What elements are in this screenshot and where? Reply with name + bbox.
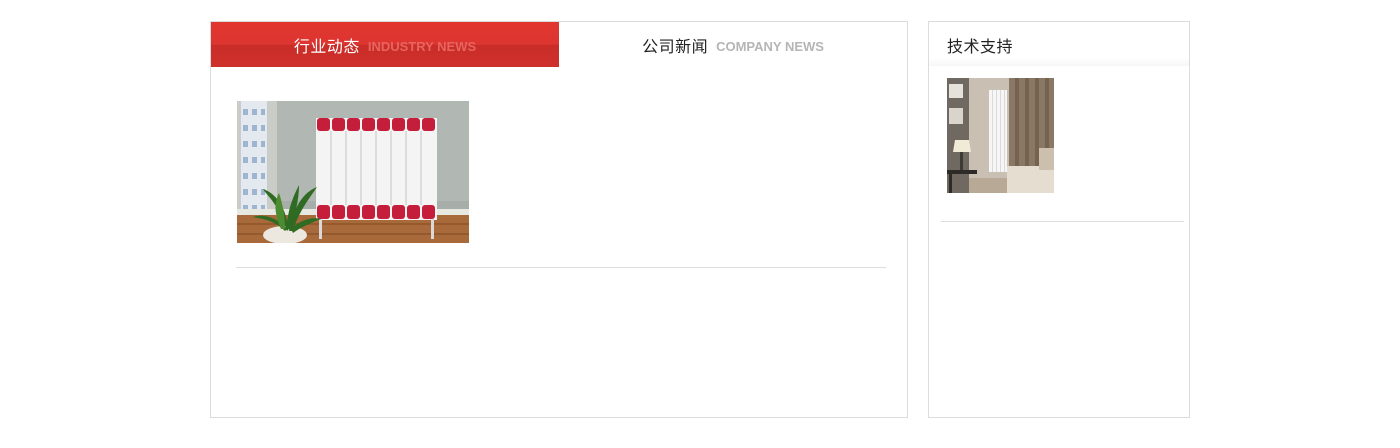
tab-company-news-sublabel: COMPANY NEWS [716, 38, 824, 54]
news-divider [236, 267, 886, 268]
tab-company-news-label: 公司新闻 [642, 36, 709, 56]
tech-support-header: 技术支持 [929, 22, 1189, 66]
tech-support-divider [941, 221, 1184, 222]
news-tab-bar: 行业动态 INDUSTRY NEWS 公司新闻 COMPANY NEWS [211, 22, 907, 67]
tab-industry-news[interactable]: 行业动态 INDUSTRY NEWS [211, 22, 559, 67]
news-thumbnail-radiator[interactable] [237, 101, 469, 243]
news-panel: 行业动态 INDUSTRY NEWS 公司新闻 COMPANY NEWS [210, 21, 908, 418]
tech-support-panel: 技术支持 [928, 21, 1190, 418]
tech-support-title[interactable]: 技术支持 [947, 33, 1013, 57]
tab-company-news[interactable]: 公司新闻 COMPANY NEWS [559, 22, 907, 67]
tech-support-thumbnail[interactable] [947, 78, 1054, 193]
tab-industry-news-label: 行业动态 [293, 36, 360, 56]
tab-industry-news-sublabel: INDUSTRY NEWS [367, 38, 477, 54]
